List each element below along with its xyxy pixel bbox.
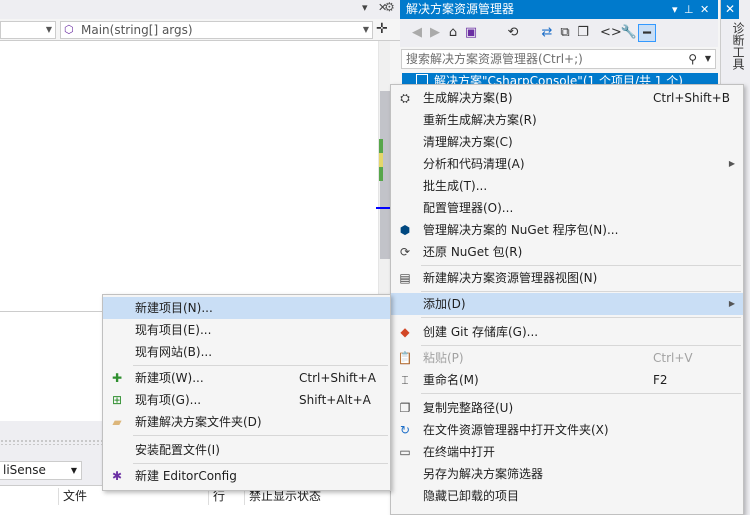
chevron-down-icon: ▼: [70, 466, 77, 475]
menu-separator: [421, 291, 741, 292]
gear-icon[interactable]: ⚙: [384, 0, 395, 14]
menu-item-build-solution[interactable]: ⛭ 生成解决方案(B) Ctrl+Shift+B: [391, 87, 743, 109]
submenu-item-install-config[interactable]: 安装配置文件(I): [103, 439, 390, 461]
menu-item-hide-unloaded[interactable]: 隐藏已卸载的项目: [391, 485, 743, 507]
menu-item-configuration-manager[interactable]: 配置管理器(O)...: [391, 197, 743, 219]
rename-icon: ⌶: [401, 373, 409, 387]
menu-item-batch-build[interactable]: 批生成(T)...: [391, 175, 743, 197]
solution-explorer-title-bar: 解决方案资源管理器 ▾ ⊥ ✕: [400, 0, 718, 19]
menu-item-rename[interactable]: ⌶ 重命名(M) F2: [391, 369, 743, 391]
open-folder-icon: ↻: [399, 423, 411, 437]
chevron-down-icon[interactable]: ▾: [672, 0, 678, 19]
chevron-down-icon[interactable]: ▼: [705, 50, 711, 68]
editor-scrollbar[interactable]: [378, 41, 390, 311]
change-marker: [379, 167, 383, 181]
terminal-icon: ▭: [399, 445, 411, 459]
member-dropdown-value: Main(string[] args): [81, 23, 193, 37]
pin-icon[interactable]: ⊥: [684, 0, 694, 19]
search-icon[interactable]: ⚲: [688, 50, 697, 68]
submenu-item-existing-project[interactable]: 现有项目(E)...: [103, 319, 390, 341]
chevron-down-icon: ▼: [45, 25, 52, 34]
preview-icon[interactable]: ━: [638, 24, 656, 42]
show-all-files-icon[interactable]: ❐: [574, 24, 592, 42]
editorconfig-icon: ✱: [111, 469, 123, 483]
change-marker: [379, 153, 383, 167]
submenu-item-existing-item[interactable]: ⊞ 现有项(G)... Shift+Alt+A: [103, 389, 390, 411]
submenu-arrow-icon: ▶: [728, 159, 735, 168]
restore-icon: ⟳: [399, 245, 411, 259]
caret-position-marker: [376, 207, 390, 209]
chevron-down-icon[interactable]: ▾: [362, 1, 368, 14]
submenu-arrow-icon: ▶: [728, 299, 735, 308]
existing-item-icon: ⊞: [111, 393, 123, 407]
chevron-down-icon: ▼: [362, 25, 369, 34]
submenu-item-existing-website[interactable]: 现有网站(B)...: [103, 341, 390, 363]
menu-item-paste[interactable]: 📋 粘贴(P) Ctrl+V: [391, 347, 743, 369]
submenu-item-new-project[interactable]: 新建项目(N)...: [103, 297, 390, 319]
view-code-icon[interactable]: <>: [600, 24, 622, 42]
solution-explorer-toolbar: ◀ ▶ ⌂ ▣ ⟲ ⇄ ⧉ ❐ <> 🔧 ━: [400, 19, 718, 47]
editor-tab-strip: ▾ ✕: [0, 0, 400, 19]
back-icon[interactable]: ◀: [408, 24, 426, 42]
menu-item-create-git-repo[interactable]: ◆ 创建 Git 存储库(G)...: [391, 321, 743, 343]
forward-icon[interactable]: ▶: [426, 24, 444, 42]
navigation-bar: ▼ ⬡ Main(string[] args) ▼ ✛: [0, 19, 400, 41]
add-submenu: 新建项目(N)... 现有项目(E)... 现有网站(B)... ✚ 新建项(W…: [102, 294, 391, 491]
menu-separator: [133, 463, 388, 464]
close-icon[interactable]: ✕: [721, 0, 739, 19]
code-editor[interactable]: [0, 41, 378, 311]
member-dropdown[interactable]: ⬡ Main(string[] args) ▼: [60, 21, 373, 39]
diagnostic-tools-tab[interactable]: 诊断工具: [725, 22, 747, 70]
folder-icon: ▰: [112, 415, 122, 429]
new-view-icon: ▤: [399, 271, 411, 285]
menu-separator: [421, 265, 741, 266]
submenu-item-new-editorconfig[interactable]: ✱ 新建 EditorConfig: [103, 465, 390, 487]
menu-item-restore-nuget[interactable]: ⟳ 还原 NuGet 包(R): [391, 241, 743, 263]
solution-explorer-search-input[interactable]: 搜索解决方案资源管理器(Ctrl+;) ⚲ ▼: [401, 49, 716, 69]
menu-separator: [133, 365, 388, 366]
close-icon[interactable]: ✕: [700, 0, 709, 19]
menu-separator: [421, 345, 741, 346]
copy-path-icon: ❐: [399, 401, 411, 415]
submenu-item-new-solution-folder[interactable]: ▰ 新建解决方案文件夹(D): [103, 411, 390, 433]
build-intellisense-dropdown[interactable]: liSense ▼: [0, 461, 82, 480]
menu-item-open-in-terminal[interactable]: ▭ 在终端中打开: [391, 441, 743, 463]
new-item-icon: ✚: [111, 371, 123, 385]
pending-changes-icon[interactable]: ⟲: [504, 24, 522, 42]
paste-icon: 📋: [397, 351, 413, 365]
solution-context-menu: ⛭ 生成解决方案(B) Ctrl+Shift+B 重新生成解决方案(R) 清理解…: [390, 84, 744, 515]
method-icon: ⬡: [64, 23, 74, 36]
type-dropdown[interactable]: ▼: [0, 21, 56, 39]
home-icon[interactable]: ⌂: [444, 24, 462, 42]
submenu-item-new-item[interactable]: ✚ 新建项(W)... Ctrl+Shift+A: [103, 367, 390, 389]
change-marker: [379, 139, 383, 153]
git-icon: ◆: [400, 325, 410, 339]
menu-separator: [133, 435, 388, 436]
menu-item-copy-full-path[interactable]: ❐ 复制完整路径(U): [391, 397, 743, 419]
switch-views-icon[interactable]: ▣: [462, 24, 480, 42]
menu-item-save-as-filter[interactable]: 另存为解决方案筛选器: [391, 463, 743, 485]
menu-item-open-in-explorer[interactable]: ↻ 在文件资源管理器中打开文件夹(X): [391, 419, 743, 441]
sync-icon[interactable]: ⇄: [538, 24, 556, 42]
menu-separator: [421, 393, 741, 394]
menu-separator: [421, 317, 741, 318]
menu-item-new-explorer-view[interactable]: ▤ 新建解决方案资源管理器视图(N): [391, 267, 743, 289]
build-icon: ⛭: [400, 91, 410, 105]
solution-explorer-title: 解决方案资源管理器: [406, 2, 515, 16]
wrench-icon[interactable]: 🔧: [620, 24, 638, 42]
menu-item-manage-nuget[interactable]: ⬢ 管理解决方案的 NuGet 程序包(N)...: [391, 219, 743, 241]
nuget-icon: ⬢: [399, 223, 411, 237]
menu-item-add[interactable]: 添加(D) ▶: [391, 293, 743, 315]
menu-item-clean-solution[interactable]: 清理解决方案(C): [391, 131, 743, 153]
menu-item-analyze-cleanup[interactable]: 分析和代码清理(A) ▶: [391, 153, 743, 175]
collapse-all-icon[interactable]: ⧉: [556, 24, 574, 42]
split-window-icon[interactable]: ✛: [376, 21, 388, 37]
menu-item-rebuild-solution[interactable]: 重新生成解决方案(R): [391, 109, 743, 131]
